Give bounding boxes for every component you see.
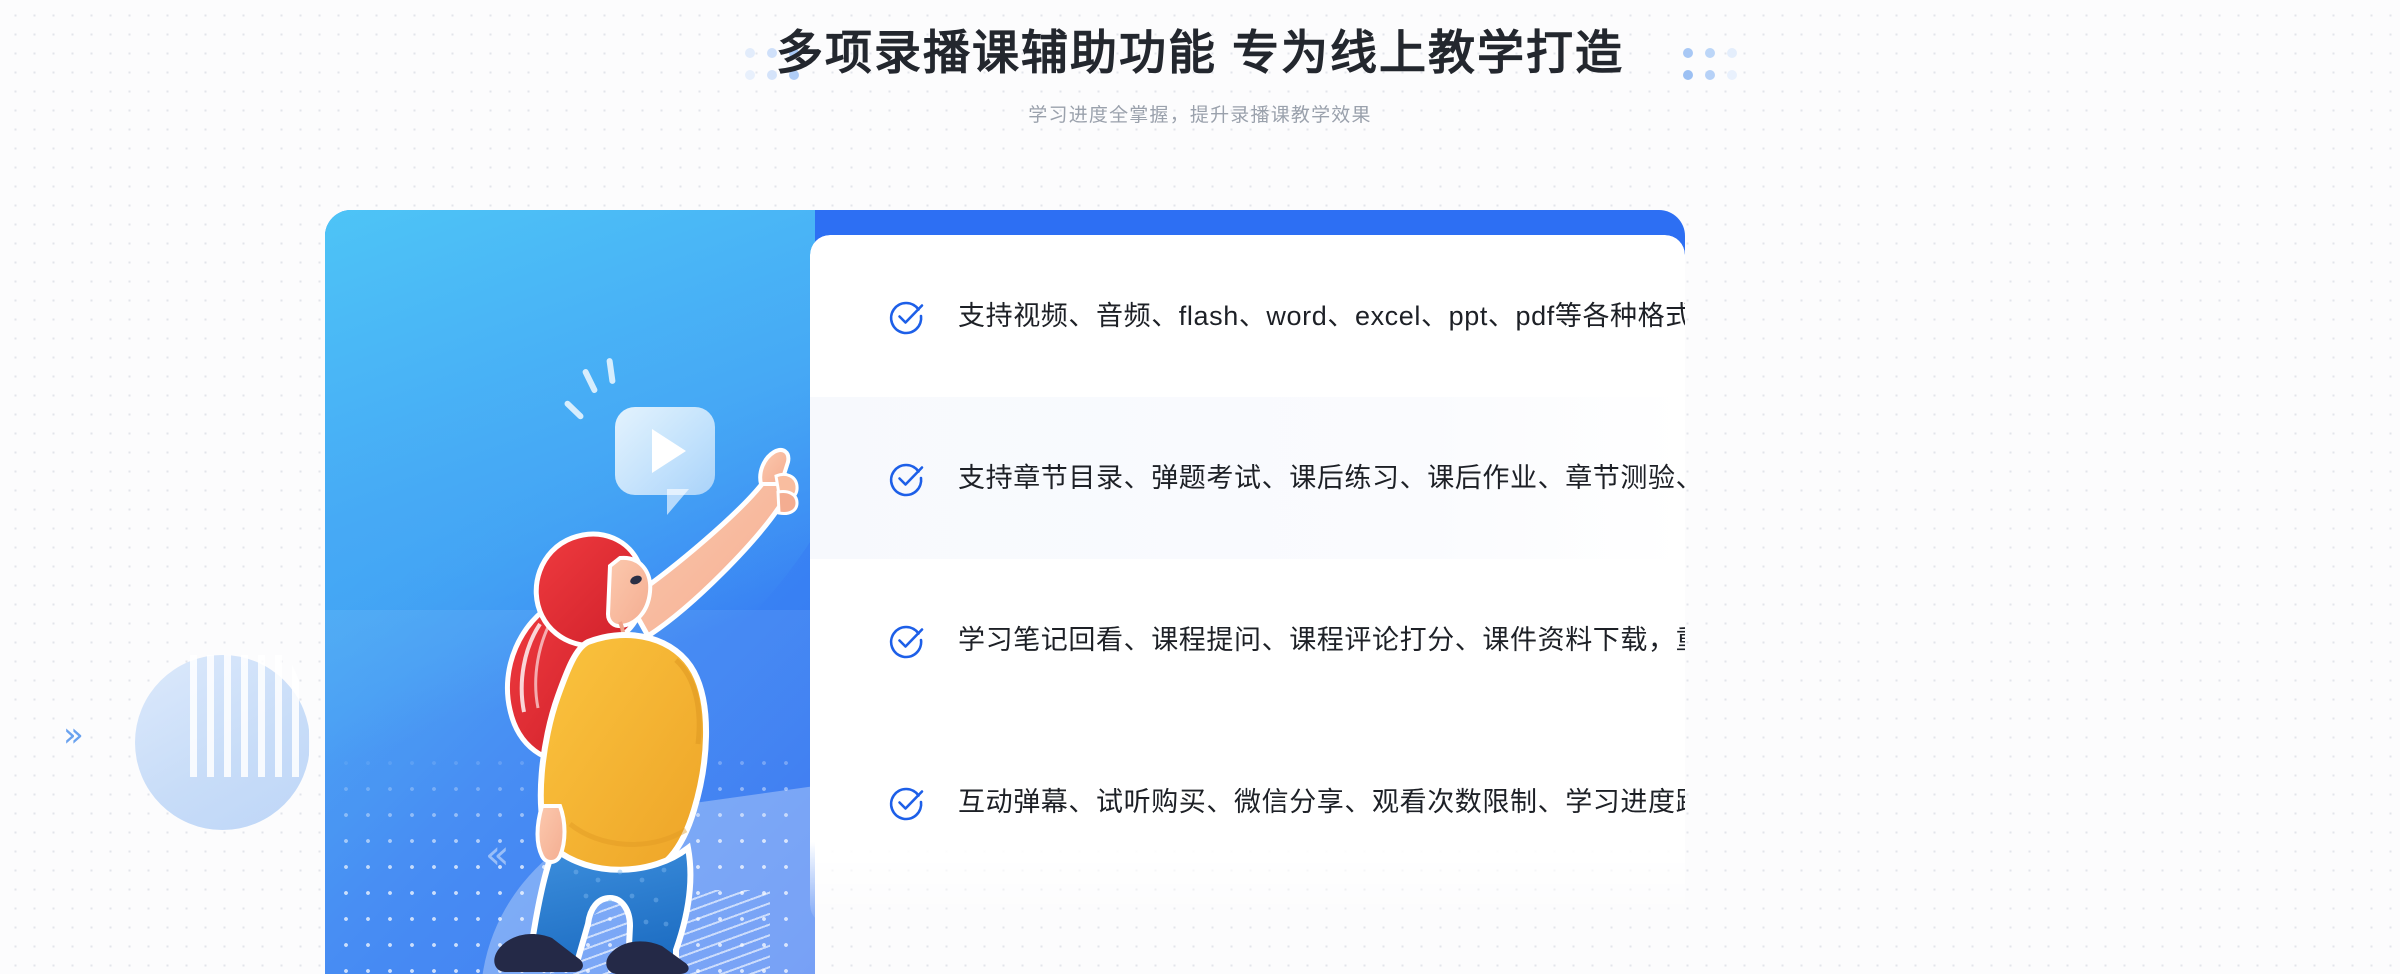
feature-text: 支持视频、音频、flash、word、excel、ppt、pdf等各种格式的资源… <box>958 300 1831 331</box>
person-arm <box>624 448 799 640</box>
feature-text: 学习笔记回看、课程提问、课程评论打分、课件资料下载，重点内容收藏 <box>958 624 1842 655</box>
feature-list: 支持视频、音频、flash、word、excel、ppt、pdf等各种格式的资源… <box>800 235 1868 883</box>
feature-row-chapters-exams[interactable]: 支持章节目录、弹题考试、课后练习、课后作业、章节测验、批改作业 <box>800 397 1813 559</box>
page-title: 多项录播课辅助功能 专为线上教学打造 <box>775 26 1625 79</box>
person-hand <box>535 804 567 864</box>
feature-row-interaction-stats[interactable]: 互动弹幕、试听购买、微信分享、观看次数限制、学习进度跟踪、数据统计 <box>810 721 1868 883</box>
page-header: 多项录播课辅助功能 专为线上教学打造 学习进度全掌握，提升录播课教学效果 <box>0 0 2400 160</box>
check-circle-icon <box>889 301 924 335</box>
feature-panel: 支持视频、音频、flash、word、excel、ppt、pdf等各种格式的资源… <box>800 235 1868 925</box>
page-subtitle: 学习进度全掌握，提升录播课教学效果 <box>1028 104 1372 126</box>
decorative-circle-stripes <box>190 655 310 777</box>
feature-row-notes-comments[interactable]: 学习笔记回看、课程提问、课程评论打分、课件资料下载，重点内容收藏 <box>810 559 1841 721</box>
chevron-double-right-icon: » <box>63 715 84 755</box>
feature-text: 互动弹幕、试听购买、微信分享、观看次数限制、学习进度跟踪、数据统计 <box>958 786 1869 817</box>
person-illustration <box>494 448 799 974</box>
feature-text: 支持章节目录、弹题考试、课后练习、课后作业、章节测验、批改作业 <box>958 462 1814 493</box>
feature-row-resource-playback[interactable]: 支持视频、音频、flash、word、excel、ppt、pdf等各种格式的资源… <box>810 235 1830 397</box>
